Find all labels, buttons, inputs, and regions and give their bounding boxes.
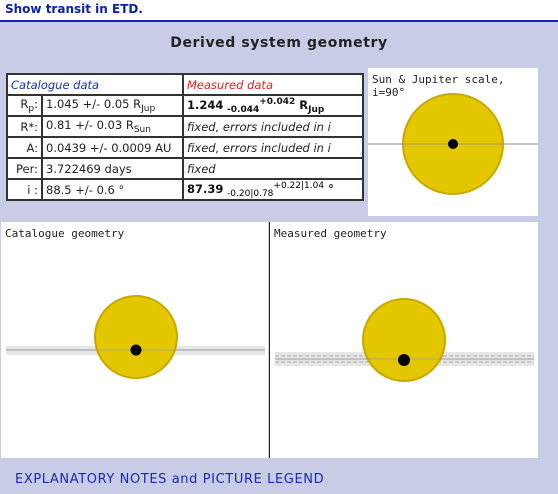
table-header-row: Catalogue data Measured data [6,73,364,96]
row-label: Per: [6,157,43,180]
top-divider [0,20,558,22]
catalogue-value: 88.5 +/- 0.6 ° [41,178,184,201]
row-label: A: [6,136,43,159]
explanatory-notes-link[interactable]: EXPLANATORY NOTES and PICTURE LEGEND [15,472,324,487]
measured-geometry-panel: Measured geometry [269,222,538,458]
table-row: A: 0.0439 +/- 0.0009 AU fixed, errors in… [6,136,364,159]
page-title: Derived system geometry [170,35,388,51]
planet-dot [448,139,458,149]
measured-value: 1.244 -0.044+0.042 RJup [182,94,364,117]
planet-dot [130,344,142,356]
measured-header: Measured data [182,73,364,96]
scale-panel: Sun & Jupiter scale, i=90° [368,68,538,216]
row-label: R*: [6,115,43,138]
row-label: i : [6,178,43,201]
catalogue-value: 0.0439 +/- 0.0009 AU [41,136,184,159]
table-row: Rp: 1.045 +/- 0.05 RJup 1.244 -0.044+0.0… [6,94,364,117]
catalogue-value: 1.045 +/- 0.05 RJup [41,94,184,117]
star-disc [94,295,178,379]
table-row: R*: 0.81 +/- 0.03 RSun fixed, errors inc… [6,115,364,138]
catalogue-value: 0.81 +/- 0.03 RSun [41,115,184,138]
catalogue-value: 3.722469 days [41,157,184,180]
geometry-table: Catalogue data Measured data Rp: 1.045 +… [6,73,364,201]
measured-value: fixed [182,157,364,180]
table-row: i : 88.5 +/- 0.6 ° 87.39 -0.20|0.78+0.22… [6,178,364,201]
measured-value: 87.39 -0.20|0.78+0.22|1.04 ° [182,178,364,201]
scale-diagram [368,93,538,195]
show-transit-link[interactable]: Show transit in ETD. [5,2,143,16]
measured-value: fixed, errors included in i [182,115,364,138]
measured-diagram [275,298,534,382]
top-bar: Show transit in ETD. [0,0,558,20]
catalogue-header: Catalogue data [6,73,184,96]
star-disc [362,298,446,382]
catalogue-diagram [6,295,265,379]
catalogue-geometry-panel: Catalogue geometry [1,222,268,458]
planet-dot [398,354,410,366]
measured-value: fixed, errors included in i [182,136,364,159]
table-row: Per: 3.722469 days fixed [6,157,364,180]
row-label: Rp: [6,94,43,117]
